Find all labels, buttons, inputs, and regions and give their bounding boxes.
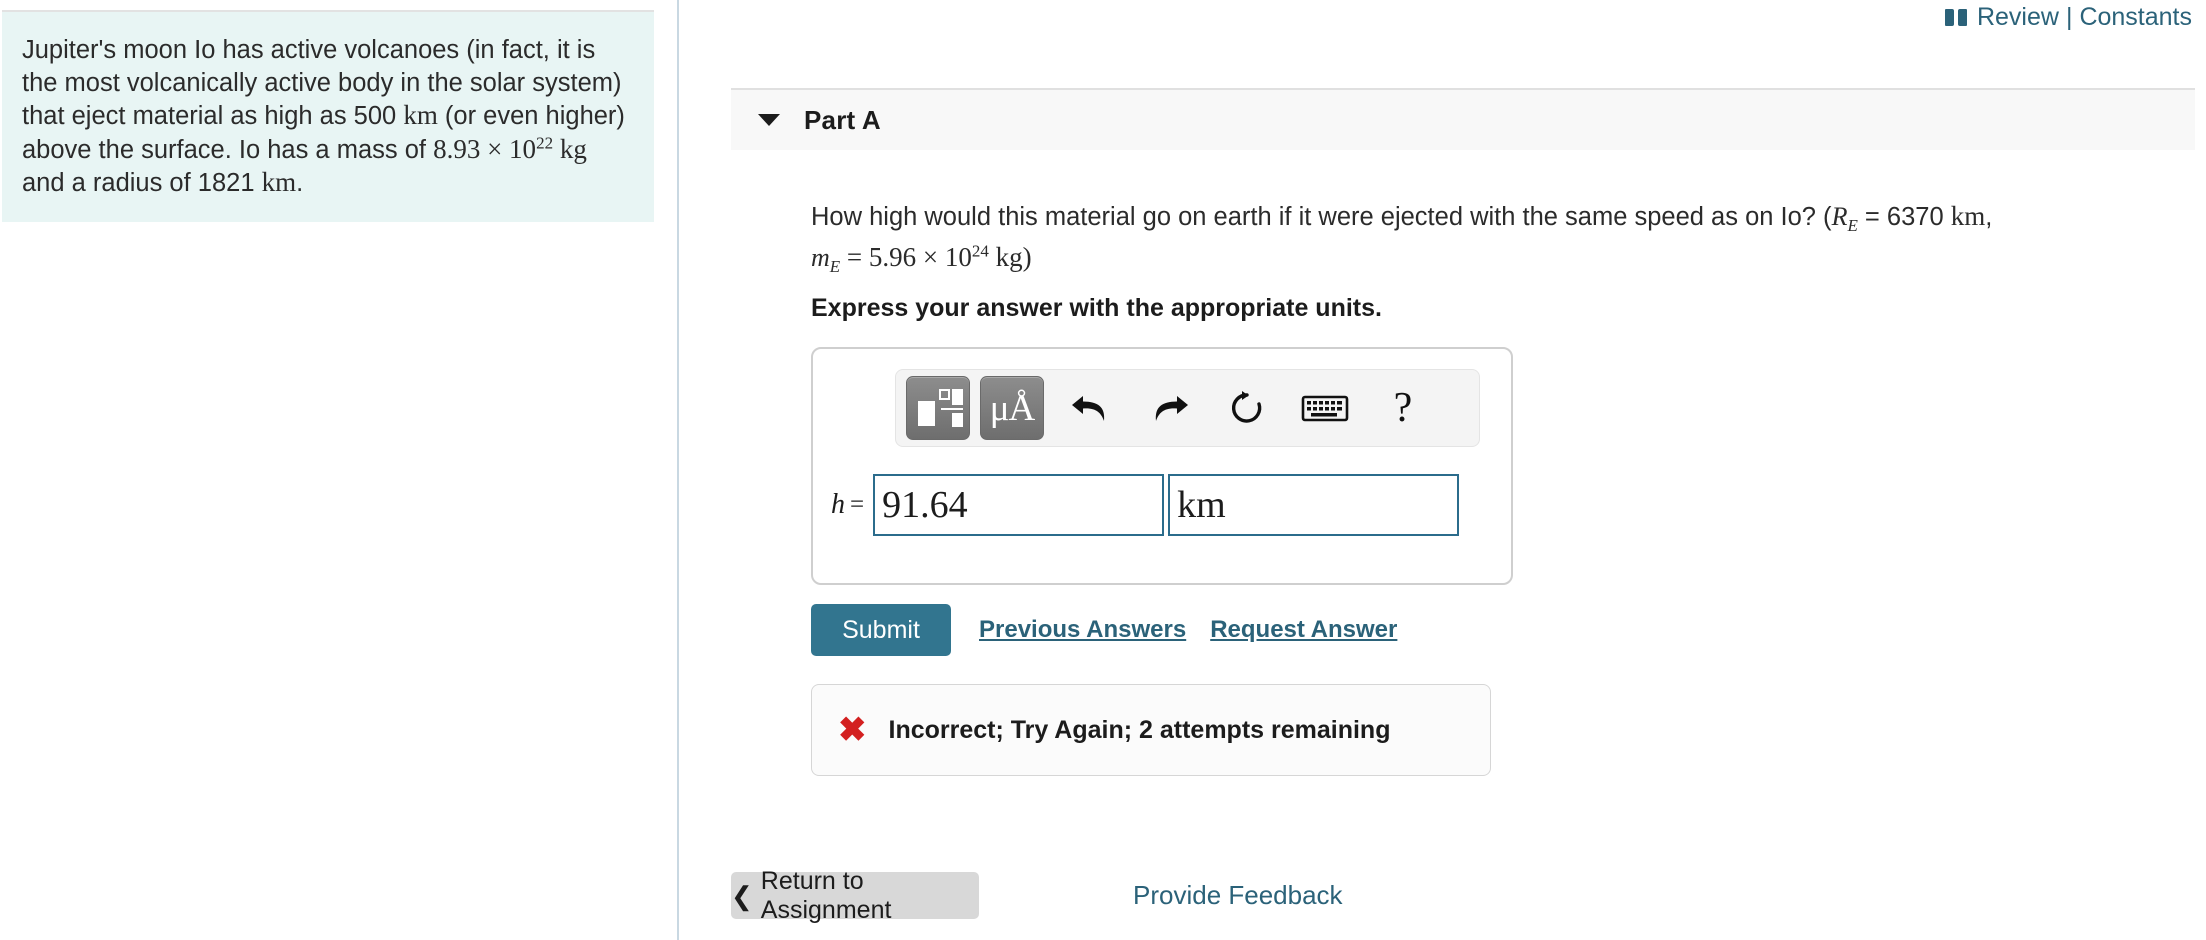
submit-button[interactable]: Submit <box>811 604 951 656</box>
question-comma: , <box>1985 203 1993 231</box>
feedback-message-box: ✖ Incorrect; Try Again; 2 attempts remai… <box>811 684 1491 776</box>
unit-kg <box>553 134 560 164</box>
question-mark-icon: ? <box>1393 385 1413 431</box>
problem-text-segment-4: . <box>296 169 304 197</box>
answer-row: h = 91.64 km <box>827 474 1460 536</box>
undo-icon <box>1072 396 1105 421</box>
math-template-button[interactable] <box>906 376 970 440</box>
return-to-assignment-button[interactable]: ❮ Return to Assignment <box>731 867 979 924</box>
incorrect-x-icon: ✖ <box>838 711 867 749</box>
answer-value-input[interactable]: 91.64 <box>873 474 1165 536</box>
return-to-assignment-label: Return to Assignment <box>760 866 892 924</box>
reset-icon <box>1231 391 1262 423</box>
footer-divider <box>731 842 2195 843</box>
micro-angstrom-icon: μÅ <box>989 387 1036 429</box>
earth-radius-symbol: R <box>1831 202 1848 231</box>
answer-units-input[interactable]: km <box>1168 474 1460 536</box>
answer-value-text: 91.64 <box>882 484 968 526</box>
part-a-header[interactable]: Part A <box>731 88 2195 150</box>
feedback-message-text: Incorrect; Try Again; 2 attempts remaini… <box>888 715 1391 744</box>
unit-kg-label: kg <box>559 133 587 164</box>
review-link[interactable]: Review <box>1977 3 2059 32</box>
mass-mantissa: 8.93 × 10 <box>433 133 537 164</box>
redo-icon <box>1155 396 1188 421</box>
unit-km-1: km <box>403 100 438 130</box>
earth-radius-unit: km <box>1950 201 1986 231</box>
earth-mass-unit: kg) <box>988 242 1032 272</box>
answer-units-text: km <box>1177 484 1226 526</box>
part-title: Part A <box>804 104 881 135</box>
chevron-left-icon: ❮ <box>731 880 753 911</box>
previous-answers-link[interactable]: Previous Answers <box>979 616 1186 644</box>
problem-statement-panel: Jupiter's moon Io has active volcanoes (… <box>2 10 654 222</box>
constants-link[interactable]: Constants <box>2079 3 2192 32</box>
math-toolbar: μÅ ? <box>895 369 1480 447</box>
mass-exponent: 22 <box>536 133 554 152</box>
submit-row: Submit Previous Answers Request Answer <box>811 604 1397 656</box>
chevron-down-icon[interactable] <box>758 114 780 126</box>
earth-radius-subscript: E <box>1847 216 1858 236</box>
earth-mass-symbol: m <box>811 243 830 272</box>
equals-sign: = <box>850 491 865 518</box>
earth-mass-exponent: 24 <box>971 241 989 261</box>
earth-mass-subscript: E <box>829 257 841 277</box>
answer-input-container: μÅ ? h = 91.64 km <box>811 347 1513 585</box>
provide-feedback-link[interactable]: Provide Feedback <box>1133 880 1343 911</box>
answer-instruction: Express your answer with the appropriate… <box>811 294 1382 322</box>
keyboard-icon <box>1301 395 1349 422</box>
redo-button[interactable] <box>1138 377 1200 439</box>
unit-km-2: km <box>261 167 297 197</box>
earth-radius-value: = 6370 <box>1857 203 1951 231</box>
earth-mass-value: = 5.96 × 10 <box>840 242 972 272</box>
math-template-icon <box>918 389 963 427</box>
units-palette-button[interactable]: μÅ <box>980 376 1044 440</box>
undo-button[interactable] <box>1060 377 1122 439</box>
book-icon <box>1944 8 1967 26</box>
request-answer-link[interactable]: Request Answer <box>1210 616 1397 644</box>
problem-statement-text: Jupiter's moon Io has active volcanoes (… <box>22 34 632 200</box>
top-right-links: Review | Constants <box>1944 0 2192 34</box>
reset-button[interactable] <box>1216 377 1278 439</box>
question-segment-1: How high would this material go on earth… <box>811 203 1832 231</box>
variable-label: h <box>831 489 845 520</box>
panel-divider <box>677 0 679 940</box>
help-button[interactable]: ? <box>1372 377 1434 439</box>
problem-text-segment-3: and a radius of 1821 <box>22 169 262 197</box>
keyboard-button[interactable] <box>1294 377 1356 439</box>
question-text: How high would this material go on earth… <box>811 196 2111 278</box>
links-separator: | <box>2065 2 2073 31</box>
